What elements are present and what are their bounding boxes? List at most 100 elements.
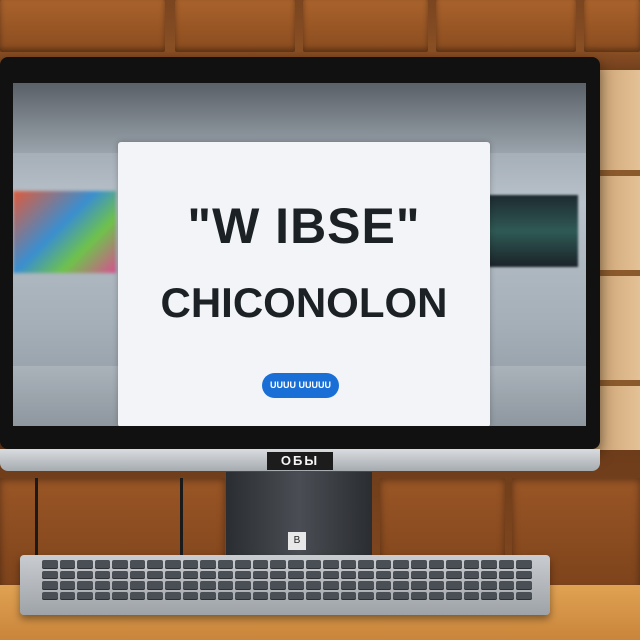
keyboard-key[interactable] <box>200 560 216 569</box>
keyboard-key[interactable] <box>182 581 199 590</box>
keyboard-key[interactable] <box>270 560 286 569</box>
keyboard-key[interactable] <box>270 581 286 590</box>
keyboard-key[interactable] <box>112 591 128 600</box>
keyboard-key[interactable] <box>59 581 76 590</box>
keyboard-key[interactable] <box>147 560 163 569</box>
keyboard-key[interactable] <box>428 581 445 590</box>
keyboard-key[interactable] <box>94 591 111 600</box>
keyboard-key[interactable] <box>94 560 111 569</box>
keyboard-key[interactable] <box>358 581 374 590</box>
keyboard-key[interactable] <box>463 591 480 600</box>
keyboard-key[interactable] <box>516 591 532 600</box>
keyboard-key[interactable] <box>129 591 146 600</box>
keyboard-key[interactable] <box>252 570 269 579</box>
keyboard-key[interactable] <box>375 560 392 569</box>
keyboard-key[interactable] <box>217 591 234 600</box>
keyboard-key[interactable] <box>375 581 392 590</box>
keyboard-key[interactable] <box>323 591 339 600</box>
keyboard-key[interactable] <box>340 570 357 579</box>
keyboard-key[interactable] <box>481 560 497 569</box>
keyboard-key[interactable] <box>182 570 199 579</box>
keyboard-key[interactable] <box>235 570 251 579</box>
keyboard-key[interactable] <box>287 570 304 579</box>
keyboard-key[interactable] <box>446 570 462 579</box>
keyboard-key[interactable] <box>410 581 427 590</box>
keyboard-key[interactable] <box>410 560 427 569</box>
keyboard-key[interactable] <box>200 581 216 590</box>
keyboard-key[interactable] <box>235 560 251 569</box>
keyboard-key[interactable] <box>77 560 93 569</box>
keyboard-key[interactable] <box>147 570 163 579</box>
keyboard-key[interactable] <box>428 591 445 600</box>
keyboard-key[interactable] <box>463 581 480 590</box>
keyboard-key[interactable] <box>252 560 269 569</box>
keyboard-key[interactable] <box>59 560 76 569</box>
keyboard-key[interactable] <box>375 570 392 579</box>
keyboard-key[interactable] <box>112 570 128 579</box>
keyboard-key[interactable] <box>340 581 357 590</box>
keyboard-key[interactable] <box>217 570 234 579</box>
keyboard-key[interactable] <box>393 581 409 590</box>
keyboard-key[interactable] <box>323 570 339 579</box>
keyboard-key[interactable] <box>481 591 497 600</box>
keyboard-key[interactable] <box>77 570 93 579</box>
keyboard-key[interactable] <box>393 560 409 569</box>
keyboard-key[interactable] <box>498 560 515 569</box>
keyboard-key[interactable] <box>305 581 322 590</box>
keyboard-key[interactable] <box>270 570 286 579</box>
keyboard-key[interactable] <box>129 581 146 590</box>
keyboard[interactable] <box>20 555 550 615</box>
keyboard-key[interactable] <box>305 560 322 569</box>
keyboard-key[interactable] <box>287 591 304 600</box>
keyboard-key[interactable] <box>323 581 339 590</box>
keyboard-key[interactable] <box>287 560 304 569</box>
keyboard-key[interactable] <box>375 591 392 600</box>
keyboard-key[interactable] <box>428 570 445 579</box>
keyboard-key[interactable] <box>182 591 199 600</box>
keyboard-key[interactable] <box>252 581 269 590</box>
keyboard-key[interactable] <box>340 560 357 569</box>
keyboard-key[interactable] <box>358 570 374 579</box>
keyboard-key[interactable] <box>340 591 357 600</box>
keyboard-key[interactable] <box>410 591 427 600</box>
keyboard-key[interactable] <box>217 560 234 569</box>
keyboard-key[interactable] <box>164 570 181 579</box>
keyboard-key[interactable] <box>235 581 251 590</box>
keyboard-key[interactable] <box>147 581 163 590</box>
keyboard-key[interactable] <box>235 591 251 600</box>
keyboard-key[interactable] <box>446 560 462 569</box>
keyboard-key[interactable] <box>446 581 462 590</box>
keyboard-key[interactable] <box>217 581 234 590</box>
keyboard-key[interactable] <box>410 570 427 579</box>
keyboard-key[interactable] <box>498 591 515 600</box>
keyboard-keys[interactable] <box>42 560 532 600</box>
keyboard-key[interactable] <box>129 570 146 579</box>
keyboard-key[interactable] <box>94 570 111 579</box>
keyboard-key[interactable] <box>164 560 181 569</box>
keyboard-key[interactable] <box>200 591 216 600</box>
keyboard-key[interactable] <box>463 570 480 579</box>
keyboard-key[interactable] <box>305 591 322 600</box>
keyboard-key[interactable] <box>42 581 58 590</box>
keyboard-key[interactable] <box>182 560 199 569</box>
keyboard-key[interactable] <box>463 560 480 569</box>
keyboard-key[interactable] <box>112 560 128 569</box>
dialog-action-button[interactable]: UUUU UUUUU <box>262 373 339 398</box>
keyboard-key[interactable] <box>59 591 76 600</box>
keyboard-key[interactable] <box>42 570 58 579</box>
keyboard-key[interactable] <box>77 591 93 600</box>
keyboard-key[interactable] <box>42 591 58 600</box>
keyboard-key[interactable] <box>270 591 286 600</box>
keyboard-key[interactable] <box>164 591 181 600</box>
keyboard-key[interactable] <box>112 581 128 590</box>
keyboard-key[interactable] <box>252 591 269 600</box>
keyboard-key[interactable] <box>481 570 497 579</box>
keyboard-key[interactable] <box>164 581 181 590</box>
keyboard-key[interactable] <box>42 560 58 569</box>
keyboard-key[interactable] <box>428 560 445 569</box>
keyboard-key[interactable] <box>94 581 111 590</box>
keyboard-key[interactable] <box>305 570 322 579</box>
keyboard-key[interactable] <box>446 591 462 600</box>
keyboard-key[interactable] <box>129 560 146 569</box>
keyboard-key[interactable] <box>59 570 76 579</box>
